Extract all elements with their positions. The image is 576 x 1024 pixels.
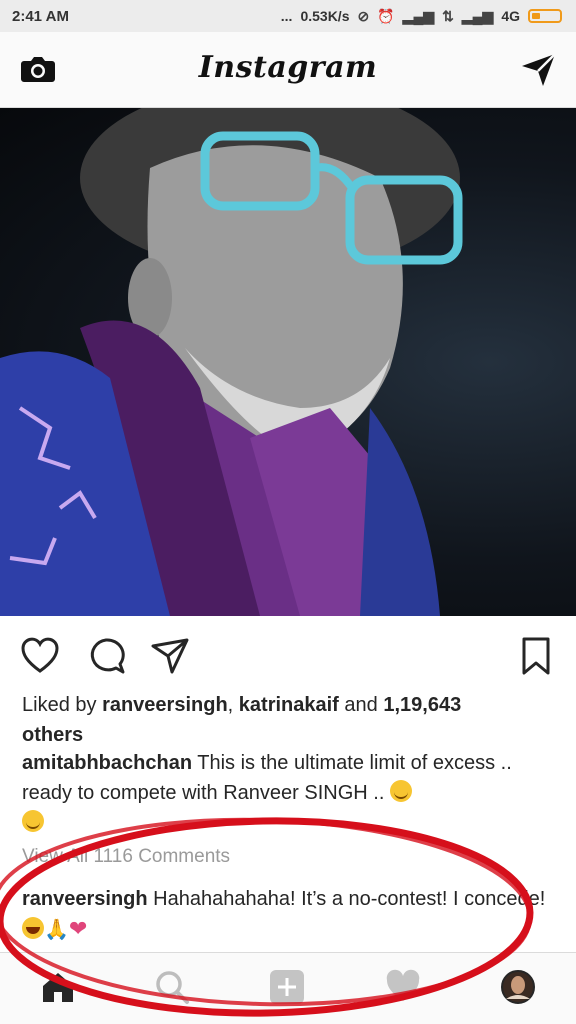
comment-username[interactable]: ranveersingh xyxy=(22,888,148,910)
status-bar: 2:41 AM ... 0.53K/s ⊘ ⏰ ▂▄▆ ⇅ ▂▄▆ 4G xyxy=(0,0,576,32)
post-actions xyxy=(0,628,576,684)
post-photo-illustration xyxy=(0,108,463,616)
comment-text: Hahahahahaha! It’s a no-contest! I conce… xyxy=(147,888,546,910)
comment-icon[interactable] xyxy=(86,636,126,676)
home-icon[interactable] xyxy=(40,969,76,1005)
status-dots: ... xyxy=(280,8,293,24)
share-icon[interactable] xyxy=(150,636,190,676)
signal-icon-2: ▂▄▆ xyxy=(461,7,494,24)
signal-icon: ▂▄▆ xyxy=(402,7,435,24)
bottom-navigation xyxy=(0,952,576,1024)
comment-item: ranveersingh Hahahahahaha! It’s a no-con… xyxy=(22,884,558,945)
heart-emoji-icon: ❤ xyxy=(68,916,88,941)
direct-message-icon[interactable] xyxy=(520,52,558,88)
blush-emoji-icon-2 xyxy=(22,810,44,832)
likes-separator: , xyxy=(227,694,239,716)
search-icon[interactable] xyxy=(154,969,190,1005)
instagram-logo: Instagram xyxy=(198,50,378,85)
likes-and: and xyxy=(338,694,384,716)
bookmark-icon[interactable] xyxy=(516,636,556,676)
post-caption: amitabhbachchan This is the ultimate lim… xyxy=(22,748,558,838)
heart-icon[interactable] xyxy=(20,636,60,676)
status-speed: 0.53K/s xyxy=(300,8,350,24)
blush-emoji-icon xyxy=(389,780,412,802)
status-icons: ... 0.53K/s ⊘ ⏰ ▂▄▆ ⇅ ▂▄▆ 4G xyxy=(281,8,562,25)
data-arrows-icon: ⇅ xyxy=(442,7,454,24)
laughing-emoji-icon xyxy=(22,917,44,939)
status-network: 4G xyxy=(501,8,520,24)
likes-prefix: Liked by xyxy=(22,694,103,716)
top-bar: Instagram xyxy=(0,32,576,108)
likes-others[interactable]: others xyxy=(22,724,83,746)
post-photo[interactable] xyxy=(0,108,576,616)
add-post-icon[interactable] xyxy=(269,969,305,1005)
likes-line: Liked by ranveersingh, katrinakaif and 1… xyxy=(22,690,558,750)
status-time: 2:41 AM xyxy=(12,7,69,25)
liker-link-2[interactable]: katrinakaif xyxy=(239,694,339,716)
battery-icon xyxy=(528,9,562,23)
activity-heart-icon[interactable] xyxy=(385,969,421,1005)
alarm-icon: ⏰ xyxy=(377,7,395,24)
likes-count[interactable]: 1,19,643 xyxy=(383,694,461,716)
profile-avatar[interactable] xyxy=(500,969,536,1005)
liker-link-1[interactable]: ranveersingh xyxy=(102,694,228,716)
view-all-comments-link[interactable]: View All 1116 Comments xyxy=(22,846,230,868)
folded-hands-emoji-icon: 🙏 xyxy=(44,919,69,941)
mute-icon: ⊘ xyxy=(357,7,370,24)
caption-username[interactable]: amitabhbachchan xyxy=(22,752,192,774)
